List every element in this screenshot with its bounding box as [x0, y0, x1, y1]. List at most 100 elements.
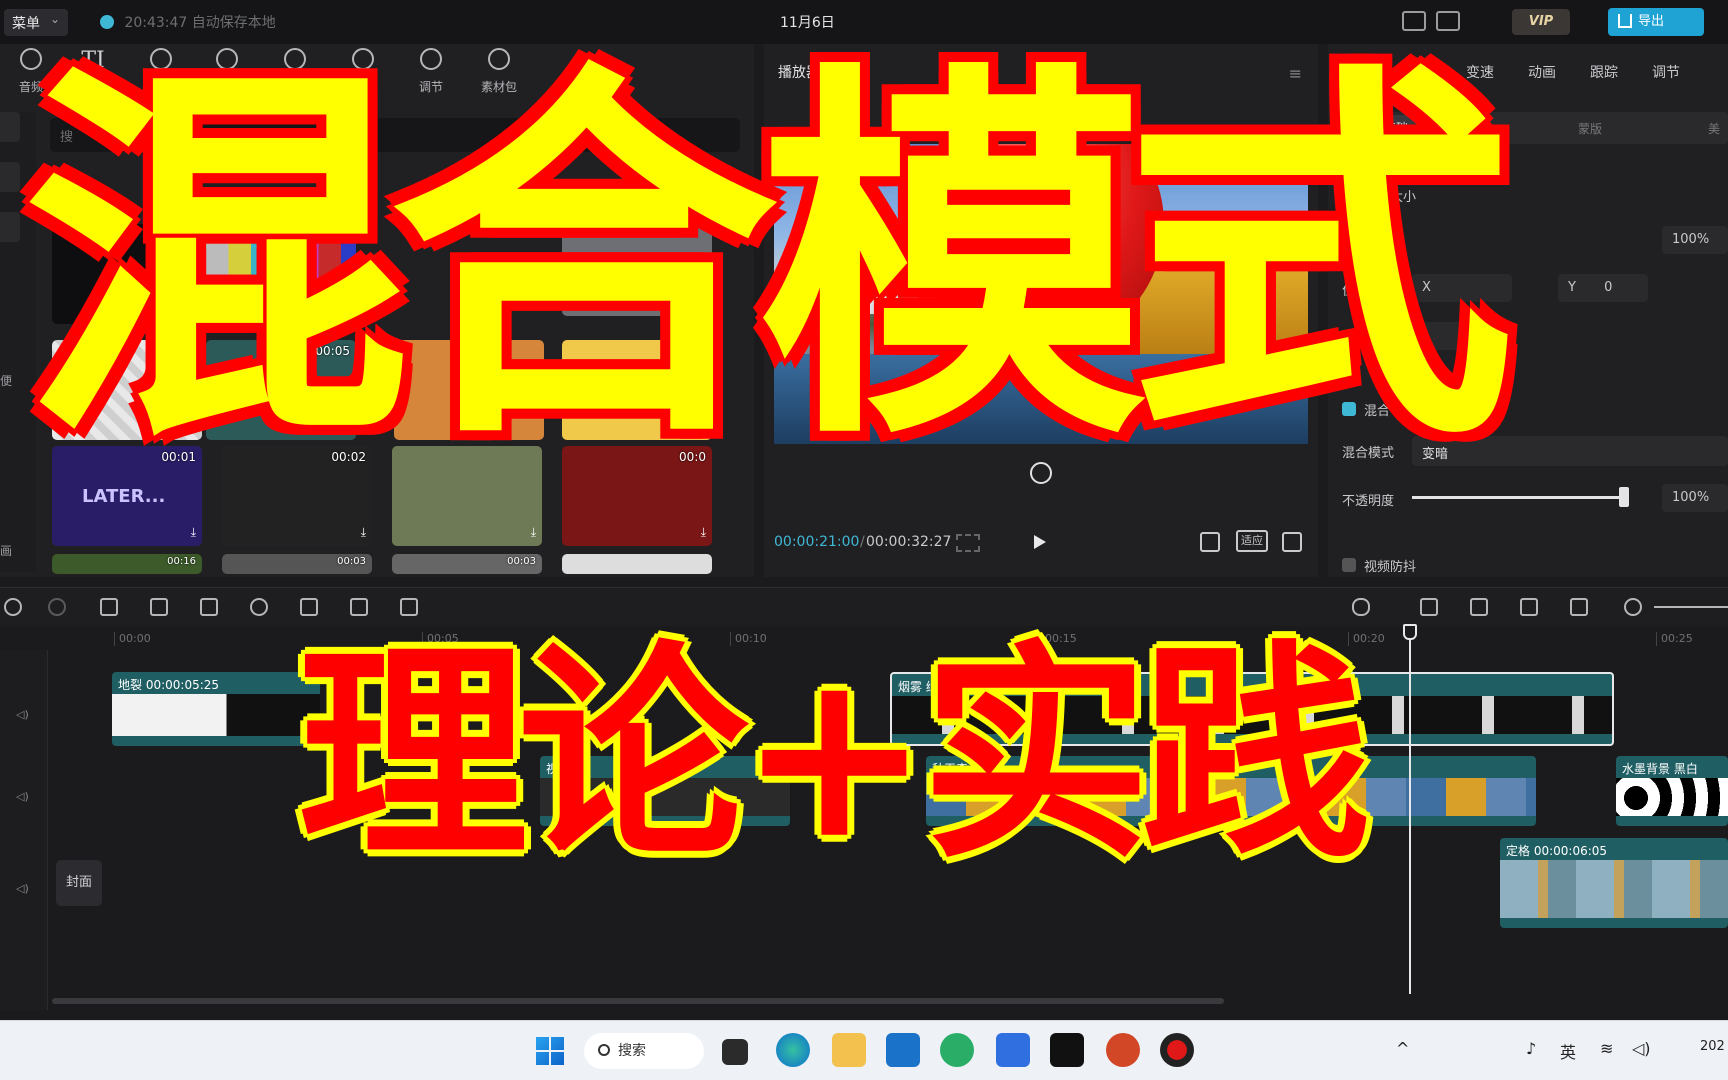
- clip-label: 水墨背景 黑白: [1622, 762, 1698, 776]
- opacity-slider[interactable]: [1412, 496, 1624, 499]
- media-thumbnail[interactable]: [562, 554, 712, 574]
- redo-icon[interactable]: [48, 598, 66, 616]
- cover-button[interactable]: 封面: [56, 860, 102, 906]
- delete-icon[interactable]: [150, 598, 168, 616]
- media-thumbnail[interactable]: 00:16: [52, 554, 202, 574]
- timeline-clip[interactable]: 地裂 00:00:05:25: [112, 672, 320, 746]
- wechat-icon[interactable]: [940, 1033, 974, 1067]
- opacity-label: 不透明度: [1342, 494, 1395, 509]
- opacity-value[interactable]: 100%: [1662, 484, 1728, 512]
- sidebar-label[interactable]: 便: [0, 372, 12, 389]
- fit-button[interactable]: 适应: [1236, 530, 1268, 552]
- autosave-status: 20:43:47 自动保存本地: [100, 12, 276, 32]
- freeze-icon[interactable]: [200, 598, 218, 616]
- sidebar-item[interactable]: [0, 162, 20, 192]
- sidebar-item[interactable]: [0, 112, 20, 142]
- microphone-icon[interactable]: [1352, 598, 1370, 616]
- keyboard-icon[interactable]: [1402, 11, 1426, 31]
- app-icon[interactable]: [996, 1033, 1030, 1067]
- opacity-slider-knob[interactable]: [1619, 487, 1629, 507]
- media-thumbnail[interactable]: 00:03: [222, 554, 372, 574]
- undo-icon[interactable]: [4, 598, 22, 616]
- upload-icon: [1618, 14, 1632, 28]
- timeline-clip[interactable]: 水墨背景 黑白: [1616, 756, 1728, 826]
- clip-filmstrip: [112, 694, 320, 736]
- clip-filmstrip: [1500, 860, 1728, 918]
- file-explorer-icon[interactable]: [832, 1033, 866, 1067]
- media-thumbnail[interactable]: 00:03: [392, 554, 542, 574]
- check-icon: [100, 15, 114, 29]
- grid-icon[interactable]: [956, 534, 980, 552]
- export-button[interactable]: 导出: [1608, 8, 1704, 36]
- taskbar-search[interactable]: 搜索: [584, 1033, 704, 1069]
- windows-start-icon[interactable]: [536, 1037, 564, 1065]
- edge-browser-icon[interactable]: [776, 1033, 810, 1067]
- ime-indicator[interactable]: 英: [1560, 1039, 1576, 1063]
- screen-recorder-icon[interactable]: [1160, 1033, 1194, 1067]
- y-value: 0: [1604, 280, 1613, 295]
- timeline-clip[interactable]: 定格 00:00:06:05: [1500, 838, 1728, 928]
- fullscreen-icon[interactable]: [1282, 532, 1302, 552]
- clip-filmstrip: [1616, 778, 1728, 816]
- ruler-tick: 00:25: [1656, 632, 1693, 646]
- download-icon[interactable]: ⤓: [531, 525, 536, 540]
- zoom-out-icon[interactable]: [1624, 598, 1642, 616]
- microphone-icon[interactable]: ♪: [1526, 1039, 1536, 1058]
- y-field[interactable]: Y 0: [1558, 274, 1648, 302]
- preview-axis-icon[interactable]: [1570, 598, 1588, 616]
- stabilize-checkbox[interactable]: [1342, 558, 1356, 572]
- volume-icon[interactable]: ◁): [16, 708, 29, 721]
- sub-tab-beauty[interactable]: 美: [1708, 120, 1720, 137]
- chevron-down-icon: ⌄: [49, 12, 60, 26]
- windows-taskbar: 搜索 ^ ♪ 英 ≋ ◁) 202: [0, 1020, 1728, 1080]
- clip-label: 定格 00:00:06:05: [1506, 844, 1608, 858]
- wifi-icon[interactable]: ≋: [1600, 1039, 1613, 1058]
- split-icon[interactable]: [100, 598, 118, 616]
- clock[interactable]: 202: [1700, 1039, 1725, 1054]
- capcut-icon[interactable]: [1050, 1033, 1084, 1067]
- tab-tracking[interactable]: 跟踪: [1590, 62, 1618, 82]
- scale-value[interactable]: 100%: [1662, 226, 1728, 254]
- powerpoint-icon[interactable]: [1106, 1033, 1140, 1067]
- mail-icon[interactable]: [886, 1033, 920, 1067]
- task-view-icon[interactable]: [722, 1039, 748, 1065]
- overlay-title-main: 混合模式: [22, 30, 1514, 486]
- track-headers: ◁) ◁) ◁): [0, 650, 48, 1010]
- snap-icon[interactable]: [1470, 598, 1488, 616]
- link-icon[interactable]: [1420, 598, 1438, 616]
- thumb-duration: 00:03: [507, 556, 536, 567]
- tab-animation[interactable]: 动画: [1528, 62, 1556, 82]
- video-editor-window: 菜单 ⌄ 20:43:47 自动保存本地 11月6日 VIP 导出 音频 TI …: [0, 0, 1728, 1080]
- crop-icon[interactable]: [400, 598, 418, 616]
- chevron-up-icon[interactable]: ^: [1396, 1039, 1409, 1058]
- sidebar-label[interactable]: 画: [0, 542, 12, 559]
- timeline-scrollbar[interactable]: [52, 998, 1224, 1004]
- clip-label: 地裂 00:00:05:25: [118, 678, 220, 692]
- rotate-icon[interactable]: [350, 598, 368, 616]
- playhead-handle[interactable]: [1403, 624, 1417, 640]
- ruler-tick: 00:00: [114, 632, 151, 646]
- playhead[interactable]: [1409, 624, 1411, 994]
- linkage-icon[interactable]: [1520, 598, 1538, 616]
- autosave-text: 20:43:47 自动保存本地: [124, 15, 276, 31]
- zoom-slider[interactable]: [1654, 606, 1728, 608]
- screenshot-icon[interactable]: [1200, 532, 1220, 552]
- download-icon[interactable]: ⤓: [361, 525, 366, 540]
- download-icon[interactable]: ⤓: [191, 525, 196, 540]
- volume-icon[interactable]: ◁): [16, 790, 29, 803]
- project-title: 11月6日: [780, 15, 835, 31]
- play-icon[interactable]: [1034, 535, 1046, 549]
- timecode-current: 00:00:21:00: [774, 534, 860, 550]
- vip-button[interactable]: VIP: [1512, 9, 1570, 35]
- reverse-icon[interactable]: [250, 598, 268, 616]
- layout-icon[interactable]: [1436, 11, 1460, 31]
- mirror-icon[interactable]: [300, 598, 318, 616]
- tab-adjust[interactable]: 调节: [1652, 62, 1680, 82]
- sidebar-item[interactable]: [0, 212, 20, 242]
- volume-icon[interactable]: ◁): [16, 882, 29, 895]
- search-icon: [598, 1044, 610, 1056]
- sub-tab-mask[interactable]: 蒙版: [1578, 120, 1602, 137]
- timecode-total: 00:00:32:27: [866, 534, 952, 550]
- volume-icon[interactable]: ◁): [1632, 1039, 1651, 1058]
- download-icon[interactable]: ⤓: [701, 525, 706, 540]
